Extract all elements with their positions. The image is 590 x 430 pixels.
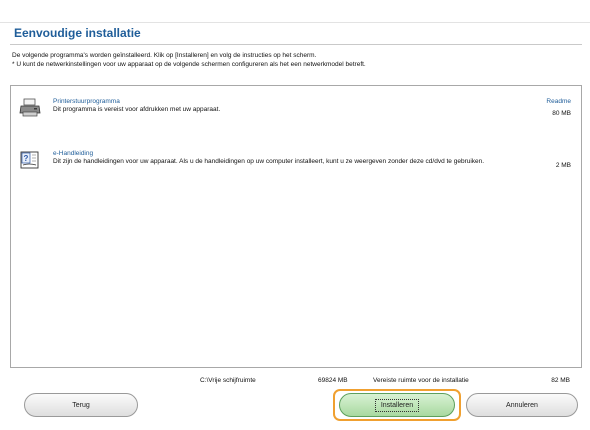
program-size: 2 MB: [555, 162, 571, 169]
free-space-value: 69824 MB: [318, 377, 348, 384]
readme-link[interactable]: Readme: [546, 98, 571, 105]
title-divider: [10, 44, 582, 45]
required-space-label: Vereiste ruimte voor de installatie: [373, 377, 469, 384]
program-description: Dit zijn de handleidingen voor uw appara…: [53, 158, 485, 165]
free-space-label: C:\Vrije schijfruimte: [200, 377, 256, 384]
program-size: 80 MB: [552, 110, 571, 117]
description-line-1: De volgende programma's worden geïnstall…: [12, 52, 317, 59]
install-button[interactable]: Installeren: [339, 393, 455, 417]
cancel-button[interactable]: Annuleren: [466, 393, 578, 417]
back-button[interactable]: Terug: [24, 393, 138, 417]
program-name: Printerstuurprogramma: [53, 98, 120, 105]
description-line-2: * U kunt de netwerkinstellingen voor uw …: [12, 61, 366, 68]
required-space-value: 82 MB: [551, 377, 570, 384]
program-description: Dit programma is vereist voor afdrukken …: [53, 106, 221, 113]
install-button-label: Installeren: [374, 398, 420, 412]
page-title: Eenvoudige installatie: [14, 26, 141, 40]
svg-text:?: ?: [24, 154, 29, 163]
manual-book-icon: ?: [19, 150, 41, 170]
window-header: [0, 0, 590, 23]
printer-icon: [19, 98, 41, 118]
program-name: e-Handleiding: [53, 150, 94, 157]
program-list: Printerstuurprogramma Dit programma is v…: [10, 85, 582, 368]
